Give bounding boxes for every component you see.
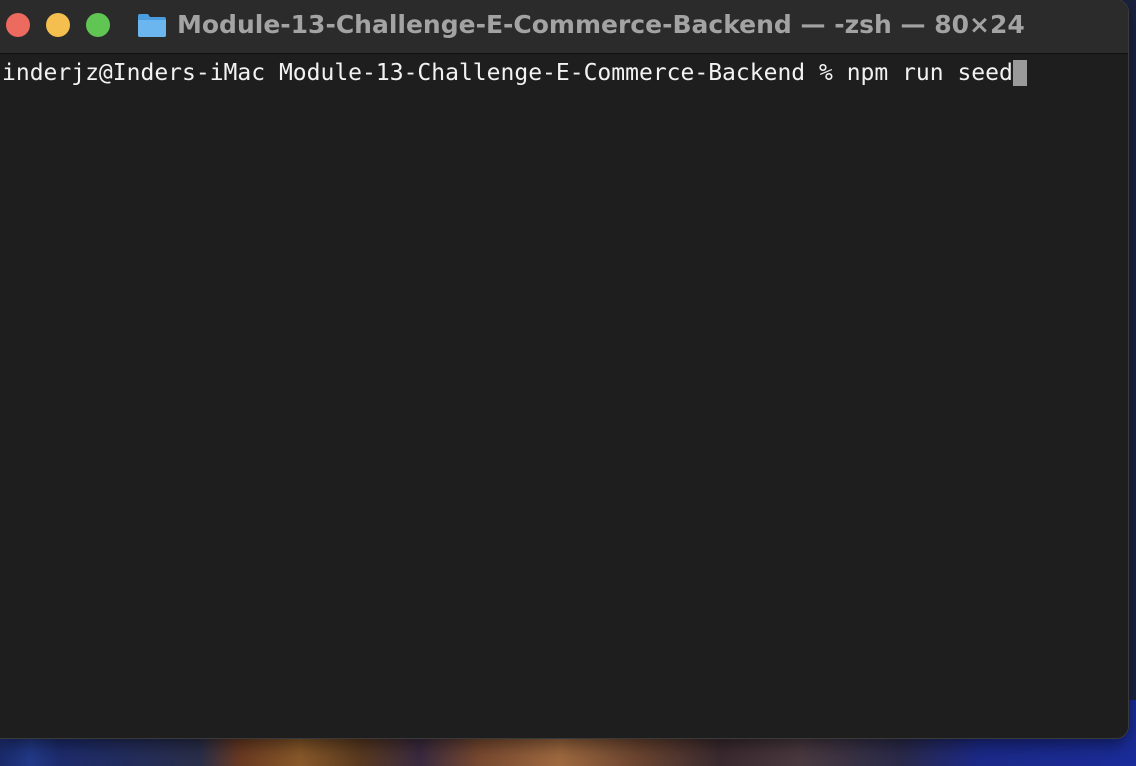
window-title: Module-13-Challenge-E-Commerce-Backend —… — [177, 10, 1025, 39]
zoom-button[interactable] — [86, 13, 110, 37]
folder-icon — [138, 14, 166, 37]
shell-prompt: inderjz@Inders-iMac Module-13-Challenge-… — [2, 60, 847, 86]
terminal-window: Module-13-Challenge-E-Commerce-Backend —… — [0, 0, 1128, 738]
terminal-line: inderjz@Inders-iMac Module-13-Challenge-… — [2, 60, 1027, 86]
minimize-button[interactable] — [46, 13, 70, 37]
typed-command: npm run seed — [846, 60, 1013, 86]
text-cursor — [1012, 60, 1027, 86]
close-button[interactable] — [6, 13, 30, 37]
terminal-content[interactable]: inderjz@Inders-iMac Module-13-Challenge-… — [0, 54, 1128, 738]
title-bar[interactable]: Module-13-Challenge-E-Commerce-Backend —… — [0, 0, 1128, 54]
